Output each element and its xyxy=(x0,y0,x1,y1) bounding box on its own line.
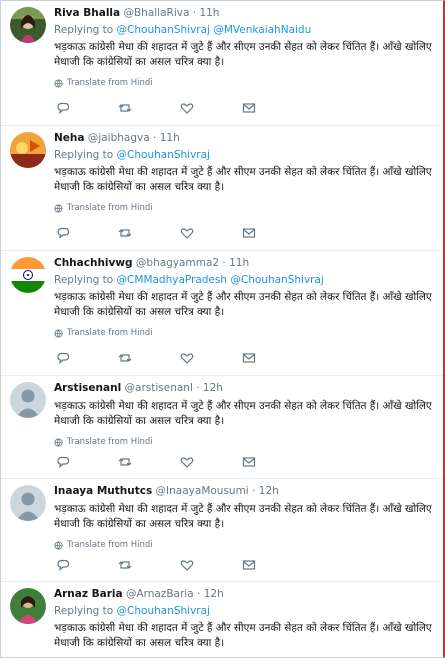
timeline: Riva Bhalla @BhallaRiva · 11h Replying t… xyxy=(0,0,445,658)
retweet-icon[interactable] xyxy=(118,559,132,571)
translate-link[interactable]: Translate from Hindi xyxy=(54,437,438,447)
tweet-text: भड़काऊ कांग्रेसी मेधा की शहादत में जुटे … xyxy=(54,166,432,193)
translate-link[interactable]: Translate from Hindi xyxy=(54,78,438,88)
avatar[interactable] xyxy=(10,588,46,624)
replying-to: Replying to @ChouhanShivraj @MVenkaiahNa… xyxy=(54,24,438,37)
user-handle[interactable]: @ArnazBaria xyxy=(126,588,194,600)
avatar[interactable] xyxy=(10,132,46,168)
tweet[interactable]: Chhachhivwg @bhagyamma2 · 11h Replying t… xyxy=(1,251,443,376)
user-handle[interactable]: @BhallaRiva xyxy=(123,7,189,19)
retweet-icon[interactable] xyxy=(118,352,132,364)
direct-message-icon[interactable] xyxy=(242,102,256,114)
translate-label[interactable]: Translate from Hindi xyxy=(67,437,153,447)
reply-icon[interactable] xyxy=(56,102,70,114)
display-name[interactable]: Riva Bhalla xyxy=(54,7,120,19)
globe-icon xyxy=(54,203,63,213)
globe-icon xyxy=(54,78,63,88)
display-name[interactable]: Inaaya Muthutcs xyxy=(54,485,152,497)
replying-label: Replying to xyxy=(54,24,114,36)
direct-message-icon[interactable] xyxy=(242,559,256,571)
avatar[interactable] xyxy=(10,257,46,293)
user-handle[interactable]: @bhagyamma2 xyxy=(136,257,219,269)
translate-label[interactable]: Translate from Hindi xyxy=(67,540,153,550)
separator-dot: · xyxy=(197,588,201,600)
avatar[interactable] xyxy=(10,485,46,521)
tweet-actions xyxy=(56,352,256,364)
reply-icon[interactable] xyxy=(56,352,70,364)
tweet-text: भड़काऊ कांग्रेसी मेधा की शहादत में जुटे … xyxy=(54,503,432,530)
tweet[interactable]: Inaaya Muthutcs @InaayaMousumi · 12h भड़… xyxy=(1,479,443,582)
globe-icon xyxy=(54,540,63,550)
replying-label: Replying to xyxy=(54,605,114,617)
direct-message-icon[interactable] xyxy=(242,456,256,468)
timestamp[interactable]: 11h xyxy=(160,132,180,144)
tweet-actions xyxy=(56,559,256,571)
display-name[interactable]: Arstisenanl xyxy=(54,382,121,394)
mention-link[interactable]: @MVenkaiahNaidu xyxy=(213,24,311,36)
tweet-text: भड़काऊ कांग्रेसी मेधा की शहादत में जुटे … xyxy=(54,41,432,68)
timestamp[interactable]: 11h xyxy=(199,7,219,19)
timestamp[interactable]: 12h xyxy=(259,485,279,497)
tweet-actions xyxy=(56,227,256,239)
tweet[interactable]: Arstisenanl @arstisenanl · 12h भड़काऊ का… xyxy=(1,376,443,479)
retweet-icon[interactable] xyxy=(118,227,132,239)
tweet-actions xyxy=(56,102,256,114)
translate-link[interactable]: Translate from Hindi xyxy=(54,328,438,338)
direct-message-icon[interactable] xyxy=(242,352,256,364)
replying-to: Replying to @ChouhanShivraj xyxy=(54,149,438,162)
avatar[interactable] xyxy=(10,382,46,418)
retweet-icon[interactable] xyxy=(118,102,132,114)
mention-link[interactable]: @ChouhanShivraj xyxy=(117,605,210,617)
mention-link[interactable]: @ChouhanShivraj xyxy=(117,149,210,161)
tweet-actions xyxy=(56,456,256,468)
separator-dot: · xyxy=(222,257,226,269)
separator-dot: · xyxy=(153,132,157,144)
like-icon[interactable] xyxy=(180,102,194,114)
like-icon[interactable] xyxy=(180,227,194,239)
replying-to: Replying to @CMMadhyaPradesh @ChouhanShi… xyxy=(54,274,438,287)
like-icon[interactable] xyxy=(180,559,194,571)
user-handle[interactable]: @InaayaMousumi xyxy=(156,485,249,497)
tweet-text: भड़काऊ कांग्रेसी मेधा की शहादत में जुटे … xyxy=(54,291,432,318)
timestamp[interactable]: 12h xyxy=(204,588,224,600)
translate-label[interactable]: Translate from Hindi xyxy=(67,328,153,338)
translate-link[interactable]: Translate from Hindi xyxy=(54,540,438,550)
reply-icon[interactable] xyxy=(56,227,70,239)
tweet[interactable]: Riva Bhalla @BhallaRiva · 11h Replying t… xyxy=(1,1,443,126)
separator-dot: · xyxy=(192,7,197,19)
timestamp[interactable]: 12h xyxy=(203,382,223,394)
replying-label: Replying to xyxy=(54,149,114,161)
translate-label[interactable]: Translate from Hindi xyxy=(67,78,153,88)
mention-link[interactable]: @ChouhanShivraj xyxy=(117,24,210,36)
translate-link[interactable]: Translate from Hindi xyxy=(54,203,438,213)
reply-icon[interactable] xyxy=(56,456,70,468)
replying-label: Replying to xyxy=(54,274,114,286)
tweet[interactable]: Neha @jaibhagva · 11h Replying to @Chouh… xyxy=(1,126,443,251)
avatar[interactable] xyxy=(10,7,46,43)
direct-message-icon[interactable] xyxy=(242,227,256,239)
timestamp[interactable]: 11h xyxy=(229,257,249,269)
tweet-text: भड़काऊ कांग्रेसी मेधा की शहादत में जुटे … xyxy=(54,400,432,427)
translate-label[interactable]: Translate from Hindi xyxy=(67,203,153,213)
display-name[interactable]: Neha xyxy=(54,132,84,144)
user-handle[interactable]: @arstisenanl xyxy=(125,382,193,394)
globe-icon xyxy=(54,328,63,338)
mention-link[interactable]: @CMMadhyaPradesh xyxy=(117,274,228,286)
replying-to: Replying to @ChouhanShivraj xyxy=(54,605,438,618)
globe-icon xyxy=(54,437,63,447)
like-icon[interactable] xyxy=(180,456,194,468)
mention-link[interactable]: @ChouhanShivraj xyxy=(230,274,323,286)
separator-dot: · xyxy=(196,382,200,394)
tweet-text: भड़काऊ कांग्रेसी मेधा की शहादत में जुटे … xyxy=(54,622,432,649)
tweet[interactable]: Arnaz Baria @ArnazBaria · 12h Replying t… xyxy=(1,582,443,657)
retweet-icon[interactable] xyxy=(118,456,132,468)
display-name[interactable]: Arnaz Baria xyxy=(54,588,123,600)
separator-dot: · xyxy=(252,485,256,497)
user-handle[interactable]: @jaibhagva xyxy=(88,132,150,144)
reply-icon[interactable] xyxy=(56,559,70,571)
like-icon[interactable] xyxy=(180,352,194,364)
display-name[interactable]: Chhachhivwg xyxy=(54,257,133,269)
